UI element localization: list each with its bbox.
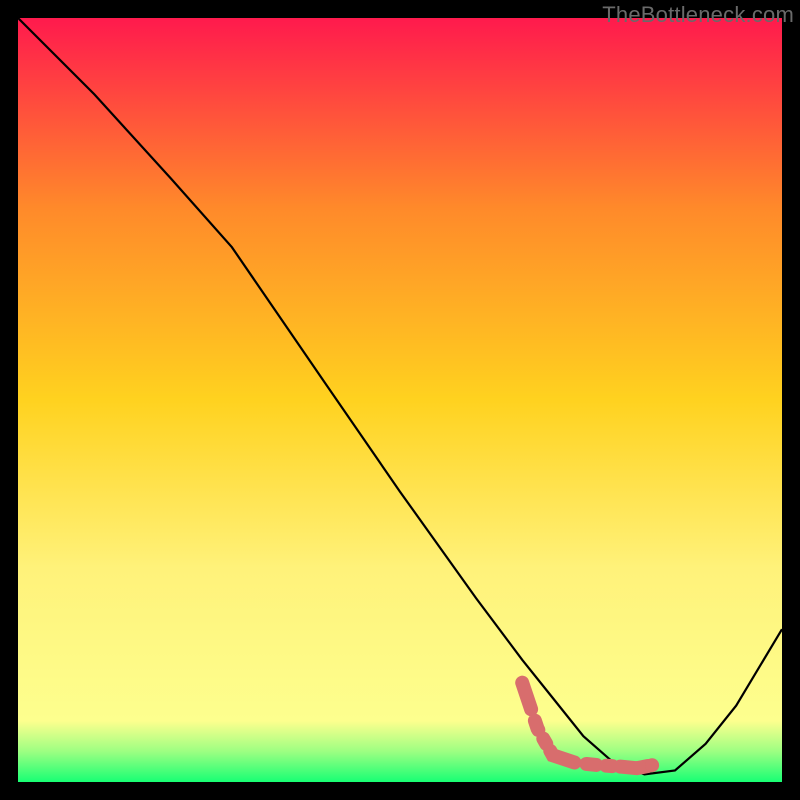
chart-svg: [18, 18, 782, 782]
watermark-text: TheBottleneck.com: [602, 2, 794, 28]
chart-frame: [18, 18, 782, 782]
optimal-point-marker: [645, 758, 659, 772]
gradient-background: [18, 18, 782, 782]
